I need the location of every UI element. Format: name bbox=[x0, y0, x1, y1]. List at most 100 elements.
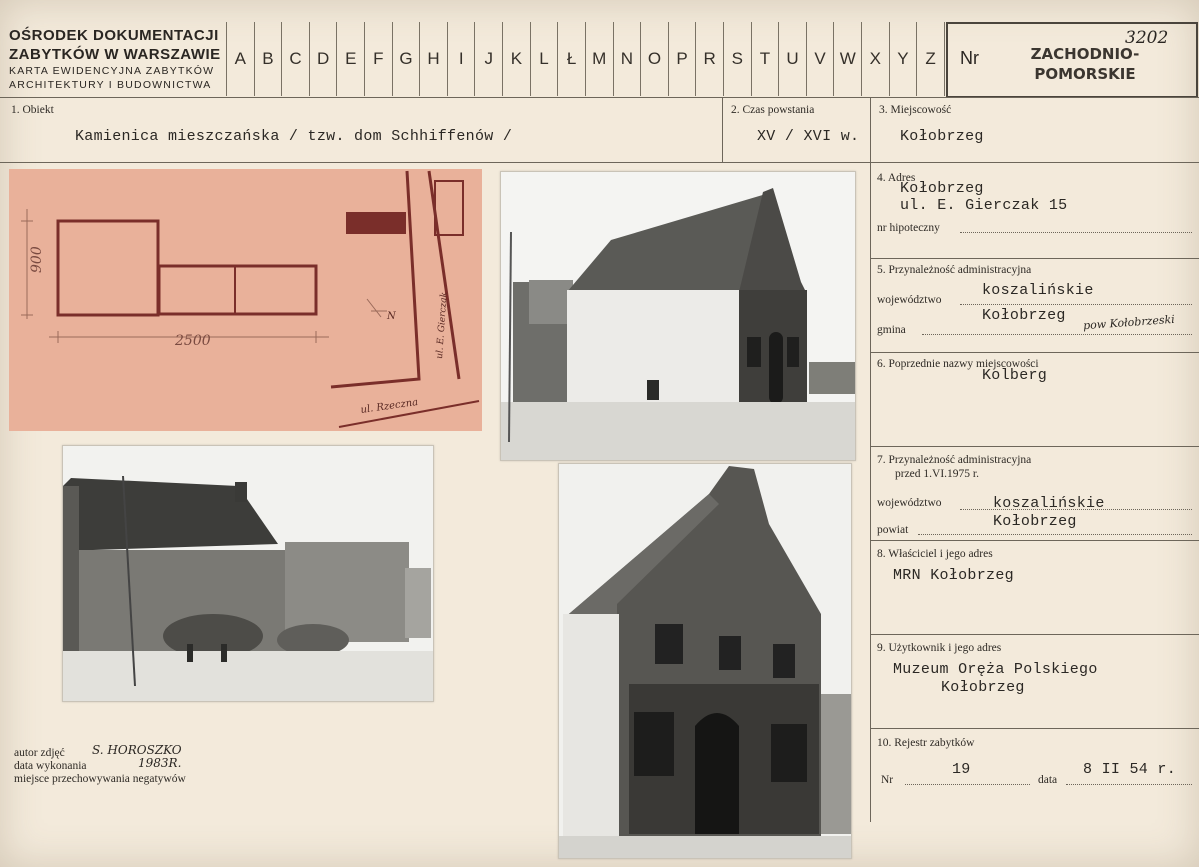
street-label-gierczak: ul. E. Gierczak bbox=[435, 292, 450, 360]
alphabet-letter: T bbox=[752, 22, 780, 96]
divider bbox=[870, 258, 1199, 259]
org-line-1: OŚRODEK DOKUMENTACJI bbox=[9, 27, 219, 44]
alphabet-letter: N bbox=[614, 22, 642, 96]
field-10-label: 10. Rejestr zabytków bbox=[877, 737, 975, 749]
alphabet-letter: U bbox=[779, 22, 807, 96]
field-6-value: Kolberg bbox=[982, 367, 1048, 384]
alphabet-letter: X bbox=[862, 22, 890, 96]
dotted-line bbox=[905, 784, 1030, 785]
przed-woj-label: województwo bbox=[877, 497, 942, 509]
powiat-value: Kołobrzeg bbox=[993, 513, 1077, 530]
hipoteczny-label: nr hipoteczny bbox=[877, 222, 940, 234]
photo-front-corner bbox=[500, 171, 856, 461]
divider bbox=[0, 97, 1199, 98]
alphabet-letter: I bbox=[448, 22, 476, 96]
data-label: data wykonania bbox=[14, 760, 87, 772]
field-3-value: Kołobrzeg bbox=[900, 128, 984, 145]
field-1-value: Kamienica mieszczańska / tzw. dom Schhif… bbox=[75, 128, 513, 145]
divider bbox=[870, 352, 1199, 353]
divider bbox=[870, 446, 1199, 447]
field-9-label: 9. Użytkownik i jego adres bbox=[877, 642, 1002, 654]
dotted-line bbox=[960, 509, 1192, 510]
north-label: N bbox=[386, 311, 397, 322]
inventory-number: 3202 bbox=[1125, 28, 1169, 48]
alphabet-letter: G bbox=[393, 22, 421, 96]
building-wing bbox=[157, 264, 318, 316]
dotted-line bbox=[960, 232, 1192, 233]
alphabet-letter: Ł bbox=[558, 22, 586, 96]
building-outline bbox=[56, 219, 160, 317]
autor-value: S. HOROSZKO bbox=[92, 743, 182, 757]
record-card: OŚRODEK DOKUMENTACJI ZABYTKÓW W WARSZAWI… bbox=[0, 0, 1199, 867]
photo-image bbox=[559, 464, 851, 858]
alphabet-letter: L bbox=[531, 22, 559, 96]
alphabet-letter: E bbox=[337, 22, 366, 96]
photo-gable-facade bbox=[558, 463, 852, 859]
alphabet-letter: R bbox=[696, 22, 724, 96]
field-7-label-1: 7. Przynależność administracyjna bbox=[877, 454, 1032, 466]
org-line-3: KARTA EWIDENCYJNA ZABYTKÓW bbox=[9, 65, 215, 77]
alphabet-letter: S bbox=[724, 22, 752, 96]
field-8-value: MRN Kołobrzeg bbox=[893, 567, 1014, 584]
institution-block: OŚRODEK DOKUMENTACJI ZABYTKÓW W WARSZAWI… bbox=[9, 26, 224, 92]
site-plan: 900 2500 N ul. E. Gierczak ul. Rzeczna bbox=[9, 169, 482, 431]
field-9-line-2: Kołobrzeg bbox=[941, 679, 1025, 696]
dotted-line bbox=[918, 534, 1192, 535]
divider bbox=[870, 97, 871, 822]
rejestr-nr-value: 19 bbox=[952, 761, 971, 778]
field-3-label: 3. Miejscowość bbox=[879, 104, 952, 116]
field-5-label: 5. Przynależność administracyjna bbox=[877, 264, 1032, 276]
alphabet-letter: A bbox=[227, 22, 255, 96]
alphabet-letter: C bbox=[282, 22, 310, 96]
neighbor-building bbox=[346, 212, 406, 234]
dim-vertical: 900 bbox=[29, 246, 45, 273]
field-2-value: XV / XVI w. bbox=[757, 128, 860, 145]
divider bbox=[870, 540, 1199, 541]
site-plan-drawing: 900 2500 N ul. E. Gierczak ul. Rzeczna bbox=[21, 170, 480, 428]
region-line-2: POMORSKIE bbox=[1034, 65, 1136, 83]
field-8-label: 8. Właściciel i jego adres bbox=[877, 548, 993, 560]
alphabet-letter: F bbox=[365, 22, 393, 96]
alphabet-letter: W bbox=[834, 22, 863, 96]
alphabet-letter: V bbox=[807, 22, 835, 96]
rejestr-nr-label: Nr bbox=[881, 774, 894, 786]
alphabet-letter: Z bbox=[917, 22, 945, 96]
gmina-note: pow Kołobrzeski bbox=[1082, 312, 1176, 333]
alphabet-letter: D bbox=[310, 22, 338, 96]
divider bbox=[870, 728, 1199, 729]
dim-horizontal: 2500 bbox=[174, 333, 211, 349]
alphabet-letter: H bbox=[420, 22, 448, 96]
alphabet-letter: M bbox=[586, 22, 614, 96]
divider bbox=[0, 162, 1199, 163]
field-2-label: 2. Czas powstania bbox=[731, 104, 815, 116]
region-stamp: ZACHODNIO- POMORSKIE bbox=[1010, 44, 1160, 84]
data-value: 1983R. bbox=[138, 756, 182, 770]
gmina-value: Kołobrzeg bbox=[982, 307, 1066, 324]
photo-image bbox=[63, 446, 433, 701]
org-line-4: ARCHITEKTURY I BUDOWNICTWA bbox=[9, 79, 212, 91]
dotted-line bbox=[1066, 784, 1192, 785]
negatives-label: miejsce przechowywania negatywów bbox=[14, 773, 186, 785]
alphabet-index: ABCDEFGHIJKLŁMNOPRSTUVWXYZ bbox=[226, 22, 945, 96]
photo-street-view bbox=[62, 445, 434, 702]
powiat-label: powiat bbox=[877, 524, 909, 536]
field-7-label-2: przed 1.VI.1975 r. bbox=[895, 468, 979, 480]
autor-label: autor zdjęć bbox=[14, 747, 65, 759]
rejestr-data-label: data bbox=[1038, 774, 1058, 786]
alphabet-letter: O bbox=[641, 22, 669, 96]
field-1-label: 1. Obiekt bbox=[11, 104, 54, 116]
org-line-2: ZABYTKÓW W WARSZAWIE bbox=[9, 46, 221, 63]
wojewodztwo-label: województwo bbox=[877, 294, 942, 306]
alphabet-letter: K bbox=[503, 22, 531, 96]
divider bbox=[722, 97, 723, 163]
nr-label: Nr bbox=[960, 48, 979, 68]
alphabet-letter: P bbox=[669, 22, 697, 96]
rejestr-data-value: 8 II 54 r. bbox=[1083, 761, 1177, 778]
alphabet-letter: B bbox=[255, 22, 283, 96]
field-9-line-1: Muzeum Oręża Polskiego bbox=[893, 661, 1098, 678]
field-4-line-2: ul. E. Gierczak 15 bbox=[900, 197, 1068, 214]
photo-image bbox=[501, 172, 855, 460]
field-4-line-1: Kołobrzeg bbox=[900, 180, 984, 197]
street-line bbox=[330, 170, 421, 389]
alphabet-letter: Y bbox=[890, 22, 918, 96]
